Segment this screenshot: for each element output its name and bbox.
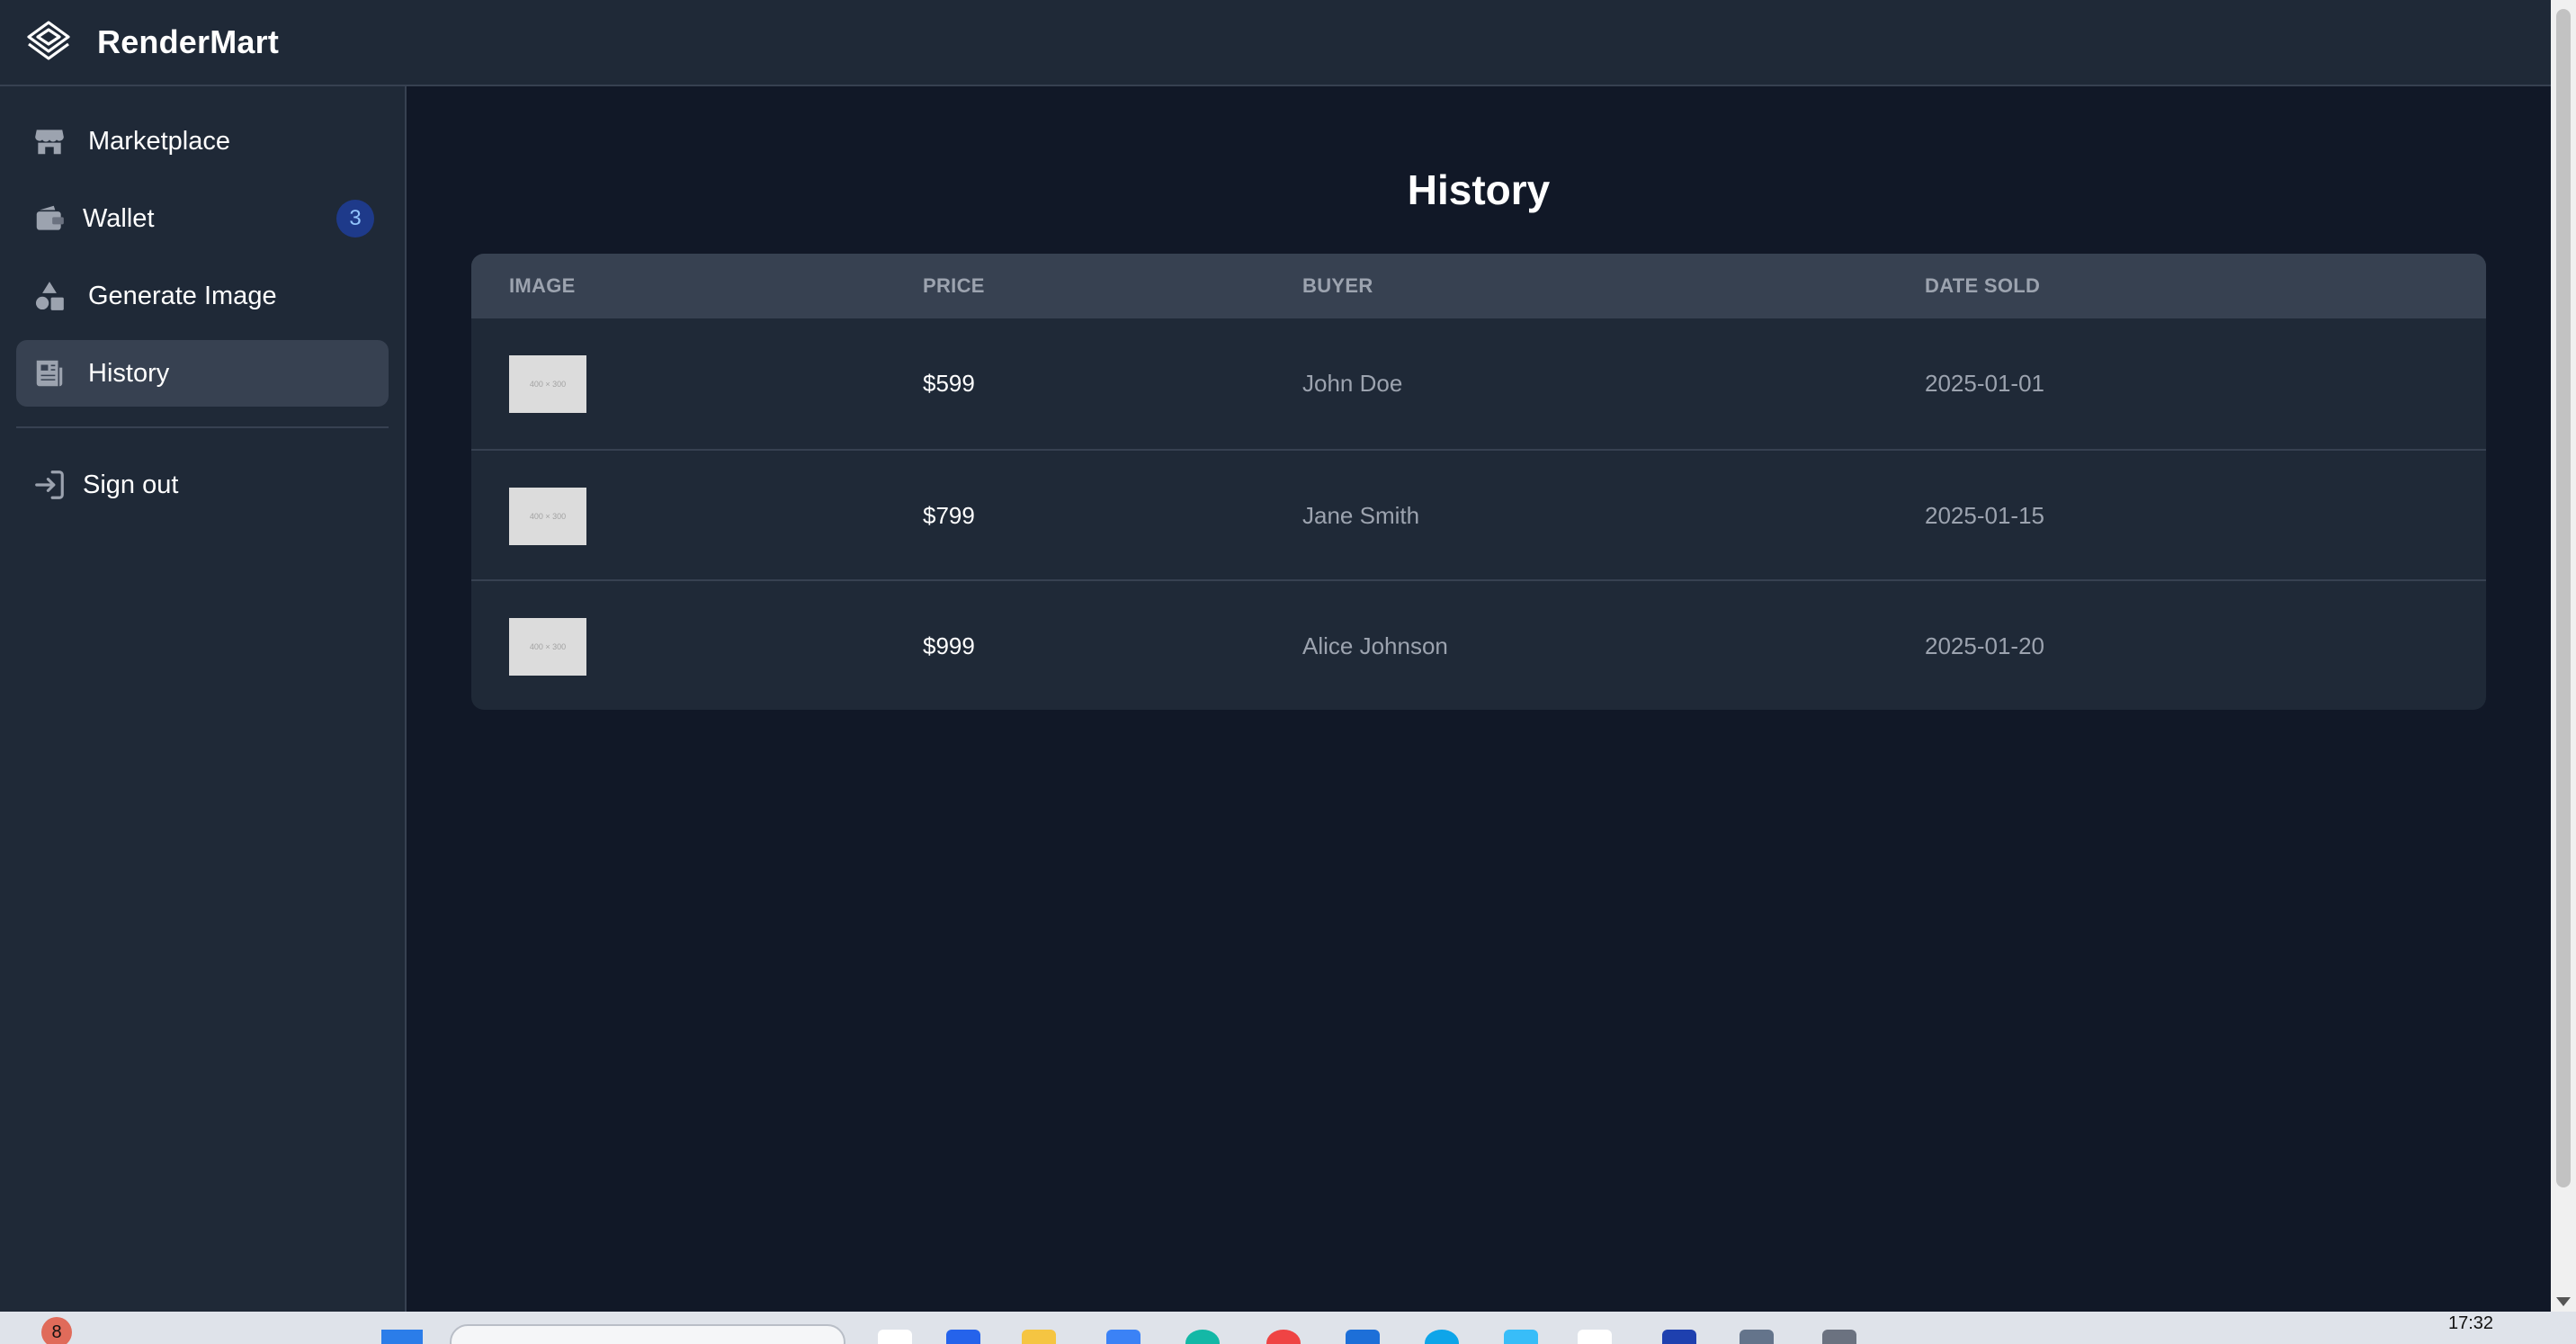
wallet-icon <box>36 205 64 230</box>
calendar-icon[interactable] <box>1578 1330 1612 1344</box>
column-header-date-sold: Date Sold <box>1925 274 2041 297</box>
image-cell: 400 × 300 <box>509 581 586 710</box>
shapes-icon <box>35 282 64 310</box>
sign-out-label: Sign out <box>83 470 179 499</box>
column-header-image: Image <box>509 274 576 297</box>
taskbar-app-icon[interactable] <box>1185 1330 1220 1344</box>
image-thumbnail[interactable]: 400 × 300 <box>509 354 586 413</box>
folder-icon[interactable] <box>1022 1330 1056 1344</box>
sign-out-button[interactable]: Sign out <box>16 452 389 518</box>
taskbar-app-icon[interactable] <box>1106 1330 1140 1344</box>
image-thumbnail[interactable]: 400 × 300 <box>509 487 586 545</box>
taskbar-app-icon[interactable] <box>1266 1330 1301 1344</box>
date-sold-cell: 2025-01-15 <box>1925 502 2044 529</box>
price-cell: $599 <box>923 370 975 397</box>
vertical-scrollbar[interactable] <box>2551 0 2576 1312</box>
notification-count-badge[interactable]: 8 <box>41 1317 72 1344</box>
sidebar-item-wallet[interactable]: Wallet 3 <box>16 185 389 252</box>
sidebar-item-marketplace[interactable]: Marketplace <box>16 108 389 175</box>
date-sold-cell: 2025-01-01 <box>1925 370 2044 397</box>
scroll-down-arrow-icon[interactable] <box>2556 1297 2571 1306</box>
price-cell: $999 <box>923 632 975 659</box>
column-header-buyer: Buyer <box>1302 274 1373 297</box>
sidebar-item-label: History <box>88 358 170 388</box>
wallet-count-badge: 3 <box>336 200 374 237</box>
taskbar-app-icon[interactable] <box>1740 1330 1774 1344</box>
taskbar-app-icon[interactable] <box>946 1330 980 1344</box>
table-header: Image Price Buyer Date Sold <box>471 254 2486 318</box>
buyer-cell: Jane Smith <box>1302 502 1420 529</box>
image-cell: 400 × 300 <box>509 451 586 581</box>
taskbar-app-icon[interactable] <box>1662 1330 1696 1344</box>
sidebar-item-history[interactable]: History <box>16 340 389 407</box>
os-taskbar: 8 17:32 <box>0 1312 2576 1344</box>
table-row: 400 × 300 $599 John Doe 2025-01-01 <box>471 318 2486 449</box>
sidebar: Marketplace Wallet 3 Generate Image Hist… <box>0 86 407 1312</box>
store-icon <box>35 130 64 155</box>
table-row: 400 × 300 $999 Alice Johnson 2025-01-20 <box>471 579 2486 710</box>
top-bar: RenderMart <box>0 0 2551 86</box>
sign-in-arrow-icon <box>35 470 64 499</box>
taskbar-app-icon[interactable] <box>1425 1330 1459 1344</box>
taskbar-app-icon[interactable] <box>1822 1330 1856 1344</box>
sidebar-divider <box>16 426 389 428</box>
date-sold-cell: 2025-01-20 <box>1925 632 2044 659</box>
sidebar-item-label: Generate Image <box>88 281 277 310</box>
newspaper-icon <box>36 360 63 387</box>
buyer-cell: Alice Johnson <box>1302 632 1448 659</box>
sidebar-item-label: Marketplace <box>88 126 230 156</box>
app-window: RenderMart Marketplace Wallet 3 Generate… <box>0 0 2551 1312</box>
vscode-icon[interactable] <box>1346 1330 1380 1344</box>
image-cell: 400 × 300 <box>509 318 586 449</box>
page-title: History <box>1407 166 1551 213</box>
price-cell: $799 <box>923 502 975 529</box>
clock-time[interactable]: 17:32 <box>2448 1313 2493 1334</box>
windows-start-icon[interactable] <box>381 1330 423 1344</box>
taskbar-search-box[interactable] <box>450 1324 845 1344</box>
history-table: Image Price Buyer Date Sold 400 × 300 $5… <box>471 254 2486 710</box>
main-content: History Image Price Buyer Date Sold 400 … <box>407 86 2551 1312</box>
taskbar-app-icon[interactable] <box>878 1330 912 1344</box>
sidebar-item-generate-image[interactable]: Generate Image <box>16 263 389 329</box>
scrollbar-thumb[interactable] <box>2556 9 2571 1187</box>
taskbar-app-icon[interactable] <box>1504 1330 1538 1344</box>
column-header-price: Price <box>923 274 985 297</box>
table-row: 400 × 300 $799 Jane Smith 2025-01-15 <box>471 449 2486 579</box>
sidebar-item-label: Wallet <box>83 203 155 233</box>
table-body: 400 × 300 $599 John Doe 2025-01-01 400 ×… <box>471 318 2486 710</box>
image-thumbnail[interactable]: 400 × 300 <box>509 617 586 676</box>
layers-logo-icon[interactable] <box>23 17 74 67</box>
app-name[interactable]: RenderMart <box>97 23 279 61</box>
buyer-cell: John Doe <box>1302 370 1403 397</box>
